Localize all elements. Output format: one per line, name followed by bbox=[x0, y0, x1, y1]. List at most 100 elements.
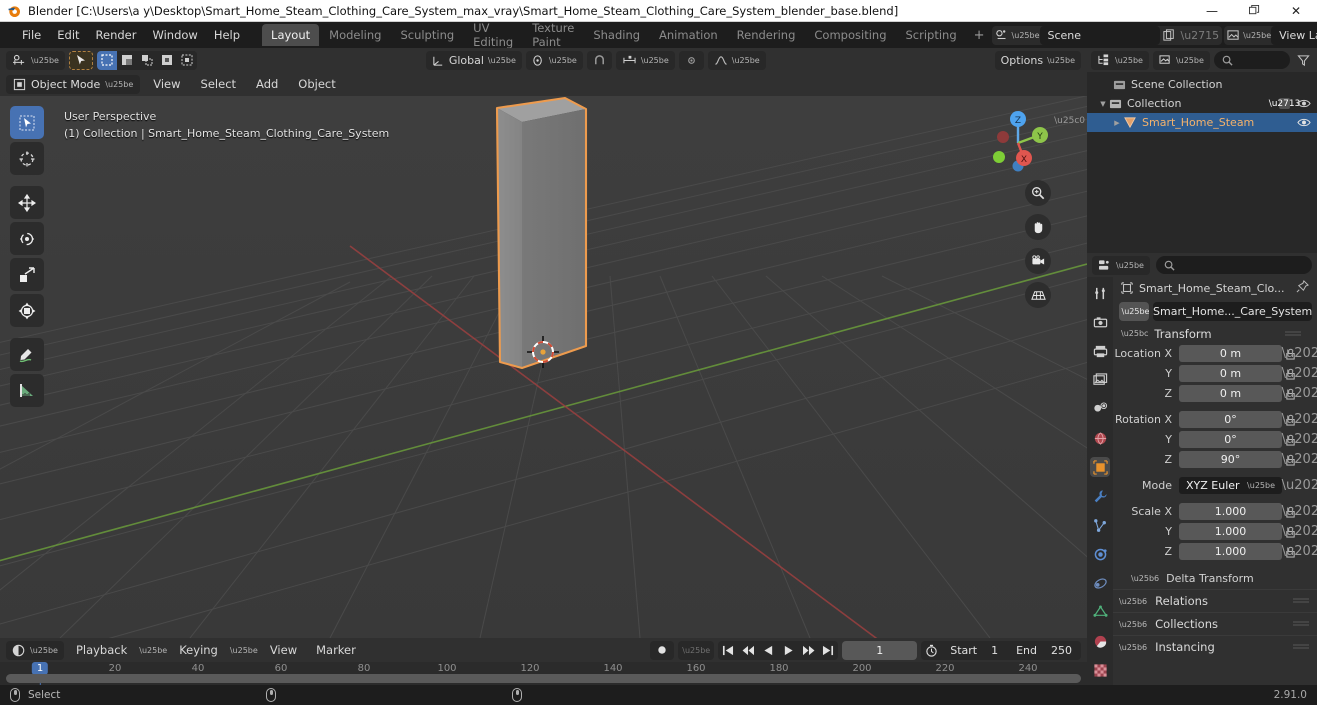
tab-material[interactable] bbox=[1090, 631, 1110, 651]
viewlayer-icon[interactable] bbox=[1224, 26, 1243, 45]
add-workspace-button[interactable]: + bbox=[967, 24, 992, 47]
delta-transform-panel[interactable]: \u25b6 Delta Transform bbox=[1113, 568, 1317, 589]
outliner-editor-type[interactable]: \u25be bbox=[1091, 50, 1149, 70]
minimize-button[interactable]: — bbox=[1191, 0, 1233, 22]
tab-object[interactable] bbox=[1090, 457, 1110, 477]
maximize-button[interactable] bbox=[1233, 0, 1275, 22]
auto-keying-toggle[interactable] bbox=[650, 640, 675, 660]
menu-file[interactable]: File bbox=[14, 25, 49, 45]
current-frame-field[interactable]: 1 bbox=[842, 640, 918, 660]
tab-layout[interactable]: Layout bbox=[262, 24, 320, 46]
rotation-y-field[interactable]: 0° bbox=[1179, 431, 1282, 448]
tab-world[interactable] bbox=[1090, 428, 1110, 448]
timeline-menu-playback[interactable]: Playback bbox=[69, 641, 134, 659]
location-z-field[interactable]: 0 m bbox=[1179, 385, 1282, 402]
3d-viewport[interactable]: User Perspective (1) Collection | Smart_… bbox=[0, 96, 1087, 638]
auto-keying-options[interactable]: \u25be bbox=[678, 640, 715, 660]
rotation-x-animate-dot[interactable]: \u2022 bbox=[1282, 412, 1317, 427]
properties-editor-type[interactable]: \u25be bbox=[1092, 255, 1150, 275]
camera-view-icon[interactable] bbox=[1025, 248, 1051, 274]
select-invert-button[interactable] bbox=[156, 50, 177, 70]
filter-icon[interactable] bbox=[1294, 51, 1313, 70]
tab-scripting[interactable]: Scripting bbox=[897, 24, 966, 46]
tab-particles[interactable] bbox=[1090, 515, 1110, 535]
tool-move[interactable] bbox=[10, 186, 44, 219]
scale-z-animate-dot[interactable]: \u2022 bbox=[1282, 544, 1317, 559]
timeline-scrollbar[interactable] bbox=[6, 674, 1081, 683]
properties-search-input[interactable] bbox=[1155, 256, 1312, 274]
play-reverse-button[interactable] bbox=[758, 641, 778, 660]
tab-output[interactable] bbox=[1090, 341, 1110, 361]
timeline-menu-view[interactable]: View bbox=[263, 641, 304, 659]
tab-data[interactable] bbox=[1090, 602, 1110, 622]
menu-add[interactable]: Add bbox=[249, 75, 285, 93]
relations-panel[interactable]: \u25b6 Relations bbox=[1113, 589, 1317, 612]
tool-scale[interactable] bbox=[10, 258, 44, 291]
tab-compositing[interactable]: Compositing bbox=[805, 24, 895, 46]
location-x-field[interactable]: 0 m bbox=[1179, 345, 1282, 362]
location-z-animate-dot[interactable]: \u2022 bbox=[1282, 386, 1317, 401]
next-keyframe-button[interactable] bbox=[798, 641, 818, 660]
menu-select[interactable]: Select bbox=[194, 75, 243, 93]
tool-rotate[interactable] bbox=[10, 222, 44, 255]
object-name-field[interactable]: Smart_Home..._Care_System bbox=[1153, 301, 1313, 321]
viewlayer-name-field[interactable]: View Layer bbox=[1271, 25, 1317, 45]
tab-tool[interactable] bbox=[1090, 283, 1110, 303]
play-button[interactable] bbox=[778, 641, 798, 660]
menu-view[interactable]: View bbox=[146, 75, 187, 93]
options-button[interactable]: Options \u25be bbox=[994, 50, 1082, 70]
location-x-animate-dot[interactable]: \u2022 bbox=[1282, 346, 1317, 361]
tab-render[interactable] bbox=[1090, 312, 1110, 332]
timeline-menu-keying[interactable]: Keying bbox=[172, 641, 225, 659]
outliner-search-input[interactable] bbox=[1213, 51, 1290, 69]
new-scene-button[interactable] bbox=[1160, 26, 1178, 45]
menu-window[interactable]: Window bbox=[144, 25, 205, 45]
outliner-row-object[interactable]: ▶ Smart_Home_Steam bbox=[1087, 113, 1317, 132]
tool-annotate[interactable] bbox=[10, 338, 44, 371]
frame-start-field[interactable]: Start 1 bbox=[941, 641, 1007, 660]
tool-measure[interactable] bbox=[10, 374, 44, 407]
pivot-point-selector[interactable]: \u25be bbox=[525, 50, 583, 70]
proportional-edit-toggle[interactable] bbox=[678, 50, 704, 70]
instancing-panel[interactable]: \u25b6 Instancing bbox=[1113, 635, 1317, 658]
viewport-sidebar-toggle[interactable]: \u25c0 bbox=[1054, 116, 1085, 126]
collection-checkbox[interactable]: \u2713 bbox=[1269, 98, 1300, 109]
frame-end-field[interactable]: End 250 bbox=[1007, 641, 1081, 660]
snap-toggle[interactable] bbox=[586, 50, 612, 70]
outliner-row-collection[interactable]: ▼ Collection \u2713 bbox=[1087, 94, 1317, 113]
close-button[interactable]: ✕ bbox=[1275, 0, 1317, 22]
timeline-menu-marker[interactable]: Marker bbox=[309, 641, 363, 659]
rotation-mode-dropdown[interactable]: XYZ Euler \u25be bbox=[1179, 477, 1282, 494]
snap-settings[interactable]: \u25be bbox=[615, 50, 675, 70]
toggle-perspective-icon[interactable] bbox=[1025, 282, 1051, 308]
object-mode-selector[interactable]: Object Mode \u25be bbox=[6, 74, 141, 94]
tool-transform[interactable] bbox=[10, 294, 44, 327]
rotation-z-field[interactable]: 90° bbox=[1179, 451, 1282, 468]
remove-scene-button[interactable]: \u2715 bbox=[1178, 26, 1223, 45]
tab-constraints[interactable] bbox=[1090, 573, 1110, 593]
stopwatch-icon[interactable] bbox=[921, 641, 941, 660]
scene-name-field[interactable]: Scene bbox=[1039, 25, 1160, 45]
select-extend-button[interactable] bbox=[116, 50, 137, 70]
object-expand-icon[interactable]: ▶ bbox=[1111, 119, 1123, 127]
transform-orientation-selector[interactable]: Global \u25be bbox=[425, 50, 522, 70]
scale-x-animate-dot[interactable]: \u2022 bbox=[1282, 504, 1317, 519]
select-box-button[interactable] bbox=[96, 50, 117, 70]
outliner-row-scene-collection[interactable]: Scene Collection bbox=[1087, 75, 1317, 94]
scene-selector[interactable]: \u25be Scene \u2715 bbox=[991, 25, 1223, 45]
eye-icon[interactable] bbox=[1297, 98, 1311, 109]
outliner-display-mode[interactable]: \u25be bbox=[1152, 50, 1210, 70]
eye-icon[interactable] bbox=[1297, 117, 1311, 128]
zoom-icon[interactable] bbox=[1025, 180, 1051, 206]
editor-type-selector[interactable]: \u25be bbox=[6, 50, 65, 70]
menu-help[interactable]: Help bbox=[206, 25, 248, 45]
scale-x-field[interactable]: 1.000 bbox=[1179, 503, 1282, 520]
rotation-z-animate-dot[interactable]: \u2022 bbox=[1282, 452, 1317, 467]
rotation-y-animate-dot[interactable]: \u2022 bbox=[1282, 432, 1317, 447]
select-intersect-button[interactable] bbox=[176, 50, 197, 70]
prev-keyframe-button[interactable] bbox=[738, 641, 758, 660]
menu-object[interactable]: Object bbox=[291, 75, 342, 93]
select-subtract-button[interactable] bbox=[136, 50, 157, 70]
tab-texture[interactable] bbox=[1090, 660, 1110, 680]
scale-z-field[interactable]: 1.000 bbox=[1179, 543, 1282, 560]
